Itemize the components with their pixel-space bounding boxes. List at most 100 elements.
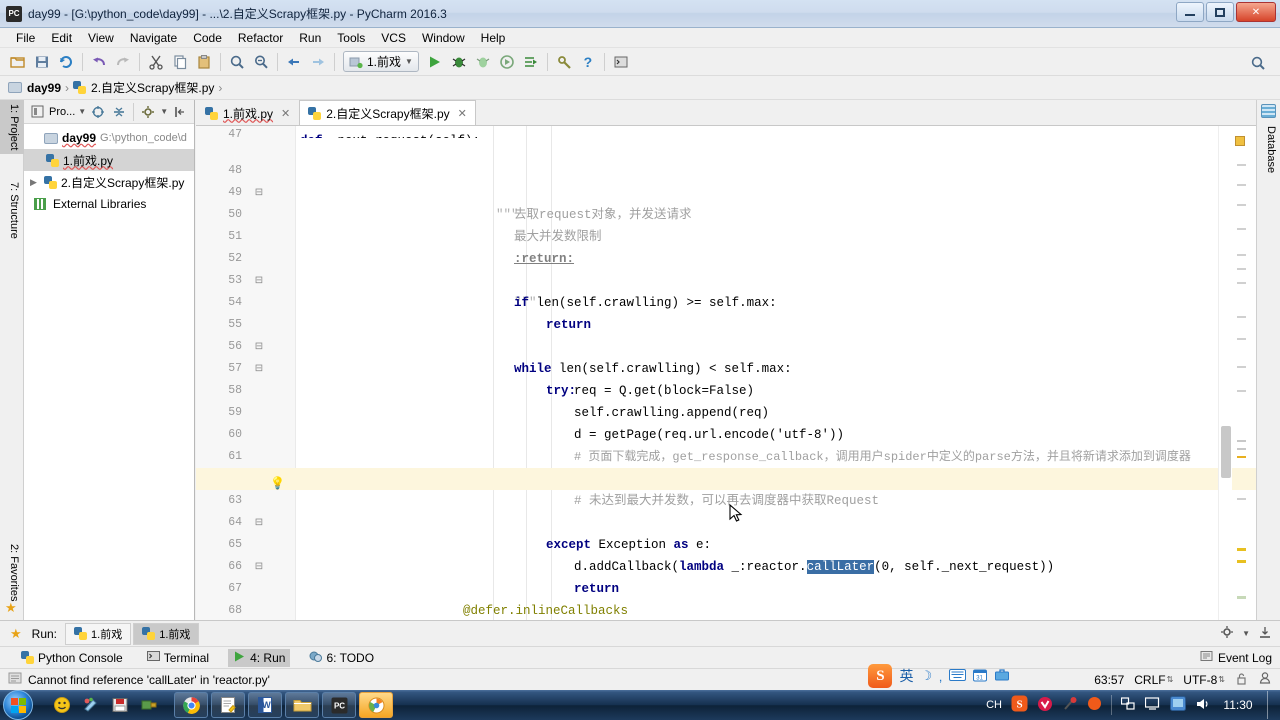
menu-edit[interactable]: Edit [43, 29, 80, 47]
lock-icon[interactable] [1235, 672, 1248, 688]
pycharm-icon[interactable]: PC [322, 692, 356, 718]
coverage-icon[interactable] [471, 51, 495, 73]
scrollbar-thumb[interactable] [1221, 426, 1231, 478]
comma-icon[interactable]: ‚ [939, 669, 942, 684]
key-icon[interactable] [136, 692, 162, 718]
sogou-logo-icon[interactable]: S [868, 664, 893, 688]
tab-scrapy[interactable]: 2.自定义Scrapy框架.py ✕ [299, 100, 476, 125]
toolbox-icon[interactable] [995, 668, 1010, 684]
open-folder-icon[interactable] [6, 51, 30, 73]
volume-icon[interactable] [1195, 697, 1211, 714]
notepad-icon[interactable] [211, 692, 245, 718]
back-arrow-icon[interactable] [282, 51, 306, 73]
windows-start-icon[interactable] [3, 690, 33, 720]
replace-icon[interactable] [249, 51, 273, 73]
editor-scrollbar[interactable] [1218, 126, 1232, 620]
project-panel-title[interactable]: Pro... [49, 106, 75, 118]
run-tab-2[interactable]: 1.前戏 [133, 622, 200, 645]
file-encoding[interactable]: UTF-8 [1183, 673, 1217, 687]
menu-help[interactable]: Help [473, 29, 514, 47]
tab-qianxi[interactable]: 1.前戏.py ✕ [196, 100, 299, 125]
save-icon[interactable] [107, 692, 133, 718]
run-configuration-selector[interactable]: 1.前戏 ▼ [343, 51, 419, 72]
find-icon[interactable] [225, 51, 249, 73]
show-desktop-button[interactable] [1267, 691, 1276, 719]
close-icon[interactable]: ✕ [281, 107, 290, 120]
chevron-down-icon[interactable]: ▼ [1242, 629, 1250, 638]
save-icon[interactable] [30, 51, 54, 73]
menu-tools[interactable]: Tools [329, 29, 373, 47]
select-target-icon[interactable] [89, 103, 107, 121]
circle-icon[interactable] [1087, 696, 1102, 714]
search-everywhere-icon[interactable] [1246, 52, 1270, 74]
media-icon[interactable] [359, 692, 393, 718]
sidebar-item-database[interactable]: Database [1257, 122, 1280, 177]
tree-item-qianxi[interactable]: 1.前戏.py [24, 149, 194, 171]
menu-code[interactable]: Code [185, 29, 230, 47]
tree-item-scrapy[interactable]: ▶ 2.自定义Scrapy框架.py [24, 171, 194, 193]
help-icon[interactable]: ? [576, 51, 600, 73]
menu-file[interactable]: File [8, 29, 43, 47]
keyboard-icon[interactable] [949, 668, 966, 684]
tree-item-external-libraries[interactable]: External Libraries [24, 193, 194, 215]
display-icon[interactable] [1170, 696, 1186, 714]
word-icon[interactable]: W [248, 692, 282, 718]
breadcrumb-file[interactable]: 2.自定义Scrapy框架.py [91, 79, 214, 96]
calendar-icon[interactable]: 31 [973, 668, 988, 685]
code-editor[interactable]: 47 def _next_request(self): 48 ⊟ """ 49 … [196, 126, 1256, 620]
run-icon[interactable] [423, 51, 447, 73]
tool-python-console[interactable]: Python Console [16, 650, 128, 666]
smiley-icon[interactable] [49, 692, 75, 718]
error-marker[interactable] [1235, 136, 1245, 146]
terminal-icon[interactable] [609, 51, 633, 73]
menu-run[interactable]: Run [291, 29, 329, 47]
close-button[interactable]: ✕ [1236, 2, 1276, 22]
tool-run[interactable]: 4: Run [228, 648, 291, 667]
menu-vcs[interactable]: VCS [373, 29, 414, 47]
settings-icon[interactable] [139, 103, 157, 121]
cut-icon[interactable] [144, 51, 168, 73]
sogou-icon[interactable]: S [1011, 695, 1028, 715]
copy-icon[interactable] [168, 51, 192, 73]
menu-view[interactable]: View [80, 29, 122, 47]
sync-icon[interactable] [54, 51, 78, 73]
forward-arrow-icon[interactable] [306, 51, 330, 73]
paste-icon[interactable] [192, 51, 216, 73]
ime-language-indicator[interactable]: CH [986, 699, 1002, 711]
breadcrumb-project[interactable]: day99 [27, 81, 61, 95]
tool-todo[interactable]: 6: TODO [304, 649, 379, 667]
chevron-down-icon[interactable]: ▼ [78, 107, 86, 116]
menu-navigate[interactable]: Navigate [122, 29, 185, 47]
hide-icon[interactable] [1258, 625, 1272, 642]
paint-icon[interactable] [78, 692, 104, 718]
line-separator[interactable]: CRLF [1134, 673, 1165, 687]
sidebar-item-project[interactable]: 1: Project [0, 100, 24, 155]
profile-icon[interactable] [495, 51, 519, 73]
caret-position[interactable]: 63:57 [1094, 673, 1124, 687]
hide-icon[interactable] [171, 103, 189, 121]
collapse-all-icon[interactable] [110, 103, 128, 121]
redo-icon[interactable] [111, 51, 135, 73]
maximize-button[interactable] [1206, 2, 1234, 22]
minimize-button[interactable] [1176, 2, 1204, 22]
tool-terminal[interactable]: Terminal [142, 649, 214, 667]
attach-icon[interactable] [519, 51, 543, 73]
network-icon[interactable] [1120, 696, 1136, 714]
menu-window[interactable]: Window [414, 29, 473, 47]
monitor-icon[interactable] [1144, 696, 1161, 714]
moon-icon[interactable]: ☽ [920, 668, 932, 684]
error-stripe[interactable] [1235, 126, 1246, 620]
tools-icon[interactable] [1062, 696, 1078, 715]
sidebar-item-favorites[interactable]: 2: Favorites [0, 540, 24, 605]
event-log-button[interactable]: Event Log [1200, 650, 1272, 666]
menu-refactor[interactable]: Refactor [230, 29, 291, 47]
chevron-down-icon[interactable]: ▼ [160, 107, 168, 116]
inspector-icon[interactable] [1258, 671, 1272, 688]
explorer-icon[interactable] [285, 692, 319, 718]
tree-item-day99[interactable]: day99 G:\python_code\d [24, 127, 194, 149]
ime-mode-label[interactable]: 英 [899, 666, 913, 686]
debug-icon[interactable] [447, 51, 471, 73]
run-tab-1[interactable]: 1.前戏 [65, 622, 132, 645]
ime-toolbar[interactable]: S 英 ☽ ‚ 31 [868, 662, 1010, 690]
chrome-icon[interactable] [174, 692, 208, 718]
